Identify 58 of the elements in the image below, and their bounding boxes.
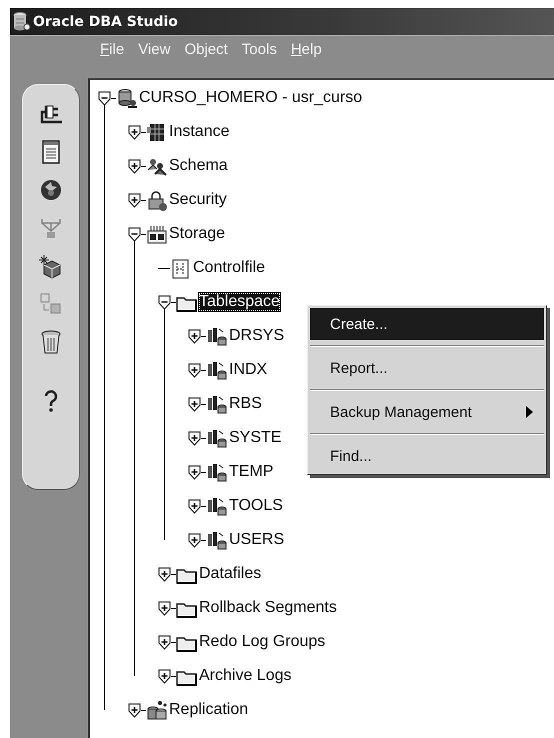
tree-item[interactable]: Rollback Segments — [198, 598, 338, 618]
window-title: Oracle DBA Studio — [33, 14, 178, 30]
expand-toggle[interactable] — [128, 702, 141, 718]
tree-item[interactable]: DRSYS — [228, 326, 286, 346]
expand-toggle[interactable] — [188, 328, 201, 344]
padlock-icon — [146, 190, 167, 210]
cylinder-stack-icon — [206, 360, 227, 380]
expand-toggle[interactable] — [128, 192, 141, 208]
expand-toggle[interactable] — [188, 532, 201, 548]
cylinder-stack-icon — [206, 394, 227, 414]
disk-drive-icon — [146, 224, 167, 244]
server-icon — [146, 122, 167, 142]
tree-item[interactable]: CURSO_HOMERO - usr_curso — [138, 88, 364, 108]
tree-item[interactable]: Security — [168, 190, 228, 210]
expand-toggle[interactable] — [128, 124, 141, 140]
tree-item[interactable]: Storage — [168, 224, 226, 244]
tree-item[interactable]: TOOLS — [228, 496, 284, 516]
expand-toggle[interactable] — [188, 498, 201, 514]
disc-icon[interactable] — [38, 177, 64, 203]
menu-item[interactable]: Find... — [310, 440, 544, 472]
tree-item[interactable]: USERS — [228, 530, 286, 550]
menu-item[interactable]: Backup Management — [310, 396, 544, 428]
app-icon — [13, 12, 31, 32]
collapse-toggle[interactable] — [128, 226, 141, 242]
collapse-toggle[interactable] — [98, 90, 111, 106]
tree-item[interactable]: Instance — [168, 122, 230, 142]
tree-item[interactable]: TEMP — [228, 462, 274, 482]
tree-item[interactable]: Controlfile — [192, 258, 266, 278]
menu-item[interactable]: Report... — [310, 352, 544, 384]
submenu-arrow-icon — [526, 406, 534, 418]
database-icon — [116, 88, 137, 108]
cylinder-stack-icon — [206, 462, 227, 482]
tree-item[interactable]: INDX — [228, 360, 268, 380]
menu-item[interactable]: Create... — [310, 308, 544, 340]
expand-toggle[interactable] — [158, 600, 171, 616]
tree-item[interactable]: RBS — [228, 394, 263, 414]
tree-item[interactable]: Schema — [168, 156, 229, 176]
tree-item[interactable]: Archive Logs — [198, 666, 292, 686]
expand-toggle[interactable] — [158, 566, 171, 582]
expand-toggle[interactable] — [188, 464, 201, 480]
cylinder-stack-icon — [206, 530, 227, 550]
expand-toggle[interactable] — [128, 158, 141, 174]
expand-toggle[interactable] — [158, 668, 171, 684]
cylinder-stack-icon — [206, 496, 227, 516]
cylinder-stack-icon — [206, 326, 227, 346]
expand-toggle[interactable] — [188, 430, 201, 446]
tree-item[interactable]: SYSTE — [228, 428, 282, 448]
expand-toggle[interactable] — [188, 362, 201, 378]
collapse-toggle[interactable] — [158, 294, 171, 310]
expand-toggle[interactable] — [188, 396, 201, 412]
tree-item[interactable]: Redo Log Groups — [198, 632, 326, 652]
tree-item[interactable]: Replication — [168, 700, 250, 720]
tree-item[interactable]: Tablespace — [198, 292, 281, 312]
tree-item[interactable]: Datafiles — [198, 564, 262, 584]
cylinders-icon — [146, 700, 167, 720]
document-icon — [170, 258, 191, 278]
expand-toggle[interactable] — [158, 634, 171, 650]
cylinder-stack-icon — [206, 428, 227, 448]
